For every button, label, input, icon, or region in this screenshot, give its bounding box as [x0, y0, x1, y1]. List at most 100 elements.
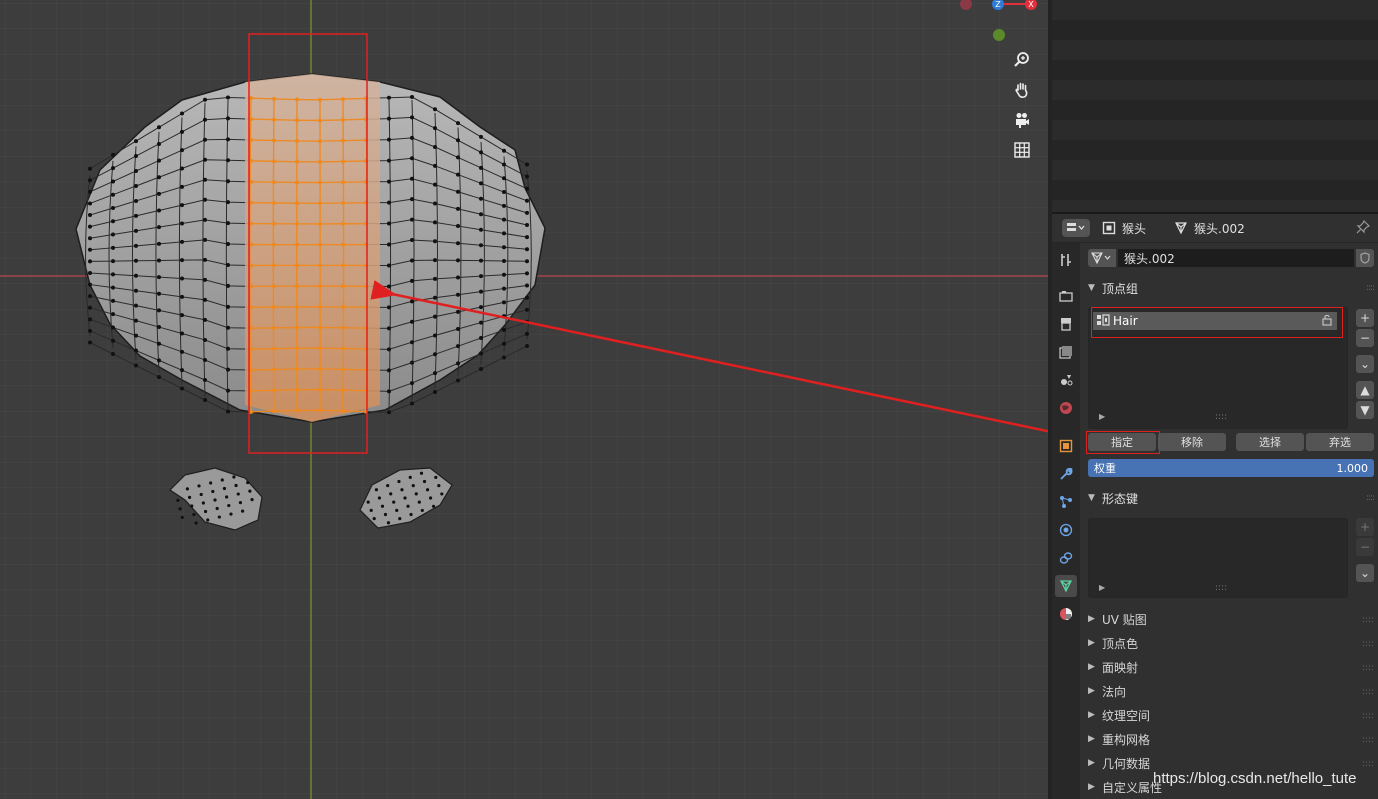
- mesh-vertex: [525, 307, 529, 312]
- panel-label: UV 贴图: [1102, 612, 1147, 627]
- drag-grip-icon[interactable]: ::::: [1362, 615, 1374, 625]
- list-resize-grip[interactable]: ::::: [1215, 412, 1227, 422]
- drag-grip-icon[interactable]: ::::: [1362, 759, 1374, 769]
- grid-toggle-icon[interactable]: [1008, 136, 1036, 164]
- drag-grip-icon[interactable]: ::::: [1366, 283, 1375, 293]
- vertex-colors-panel-header[interactable]: ▶ 顶点色 ::::: [1080, 631, 1378, 655]
- add-shape-key-button[interactable]: +: [1356, 518, 1374, 536]
- object-tab-icon[interactable]: [1055, 435, 1077, 457]
- drag-grip-icon[interactable]: ::::: [1362, 711, 1374, 721]
- remove-shape-key-button[interactable]: −: [1356, 538, 1374, 556]
- mesh-vertex: [387, 326, 391, 331]
- remove-vertex-group-button[interactable]: −: [1356, 329, 1374, 347]
- y-axis-dot[interactable]: [993, 29, 1005, 41]
- drag-grip-icon[interactable]: ::::: [1362, 639, 1374, 649]
- eye-vertex: [411, 484, 415, 488]
- face-maps-panel-header[interactable]: ▶ 面映射 ::::: [1080, 655, 1378, 679]
- mesh-breadcrumb[interactable]: 猴头.002: [1174, 220, 1245, 237]
- drag-grip-icon[interactable]: ::::: [1362, 663, 1374, 673]
- list-filter-toggle-icon[interactable]: ▶: [1099, 583, 1105, 592]
- view-layer-tab-icon[interactable]: [1055, 341, 1077, 363]
- pan-hand-icon[interactable]: [1008, 76, 1036, 104]
- outliner-row[interactable]: [1052, 0, 1378, 20]
- shape-key-specials-menu[interactable]: ⌄: [1356, 564, 1374, 582]
- outliner-row[interactable]: [1052, 100, 1378, 120]
- editor-type-button[interactable]: [1062, 219, 1090, 237]
- drag-grip-icon[interactable]: ::::: [1362, 735, 1374, 745]
- mesh-vertex: [341, 263, 345, 268]
- world-tab-icon[interactable]: [1055, 397, 1077, 419]
- render-tab-icon[interactable]: [1055, 285, 1077, 307]
- mesh-vertex: [525, 210, 529, 215]
- drag-grip-icon[interactable]: ::::: [1362, 687, 1374, 697]
- mesh-vertex: [295, 346, 299, 351]
- mesh-browse-button[interactable]: [1088, 249, 1116, 267]
- shape-keys-panel-header[interactable]: ▼ 形态键 ::::: [1080, 487, 1378, 509]
- uv-maps-panel-header[interactable]: ▶ UV 贴图 ::::: [1080, 607, 1378, 631]
- texture-space-panel-header[interactable]: ▶ 纹理空间 ::::: [1080, 703, 1378, 727]
- properties-header: 猴头 猴头.002: [1052, 214, 1378, 243]
- mesh-vertex: [456, 224, 460, 229]
- remove-button[interactable]: 移除: [1158, 433, 1226, 451]
- outliner-row[interactable]: [1052, 80, 1378, 100]
- eye-vertex: [238, 500, 243, 505]
- outliner-row[interactable]: [1052, 180, 1378, 200]
- outliner-row[interactable]: [1052, 140, 1378, 160]
- scene-tab-icon[interactable]: [1055, 369, 1077, 391]
- zoom-icon[interactable]: [1008, 46, 1036, 74]
- add-vertex-group-button[interactable]: +: [1356, 309, 1374, 327]
- fake-user-shield-icon[interactable]: [1356, 249, 1374, 267]
- list-resize-grip[interactable]: ::::: [1215, 583, 1227, 593]
- mesh-vertex: [157, 341, 161, 346]
- 3d-viewport[interactable]: Z X: [0, 0, 1048, 799]
- mesh-vertex: [134, 243, 138, 248]
- outliner-area[interactable]: [1052, 0, 1378, 220]
- mesh-name-field[interactable]: 猴头.002: [1118, 249, 1354, 267]
- vertex-group-specials-menu[interactable]: ⌄: [1356, 355, 1374, 373]
- particles-tab-icon[interactable]: [1055, 491, 1077, 513]
- output-tab-icon[interactable]: [1055, 313, 1077, 335]
- outliner-row[interactable]: [1052, 60, 1378, 80]
- outliner-row[interactable]: [1052, 160, 1378, 180]
- mesh-vertex: [502, 148, 506, 153]
- material-tab-icon[interactable]: [1055, 603, 1077, 625]
- viewport-canvas[interactable]: [0, 0, 1048, 799]
- move-down-button[interactable]: ▼: [1356, 401, 1374, 419]
- pin-icon[interactable]: [1356, 219, 1371, 238]
- eye-vertex: [234, 483, 238, 488]
- eye-vertex: [374, 488, 379, 492]
- vertex-groups-panel-header[interactable]: ▼ 顶点组 ::::: [1080, 277, 1378, 299]
- camera-icon[interactable]: [1008, 106, 1036, 134]
- mesh-vertex: [433, 390, 437, 394]
- deselect-button[interactable]: 弃选: [1306, 433, 1374, 451]
- mesh-vertex: [272, 117, 276, 122]
- object-breadcrumb[interactable]: 猴头: [1102, 220, 1146, 237]
- mesh-vertex: [341, 325, 345, 330]
- drag-grip-icon[interactable]: ::::: [1366, 493, 1375, 503]
- eye-vertex: [437, 484, 441, 488]
- list-filter-toggle-icon[interactable]: ▶: [1099, 412, 1105, 421]
- shape-key-list[interactable]: ▶ ::::: [1088, 518, 1348, 598]
- mesh-vertex: [456, 172, 460, 177]
- constraints-tab-icon[interactable]: [1055, 547, 1077, 569]
- outliner-row[interactable]: [1052, 40, 1378, 60]
- remesh-panel-header[interactable]: ▶ 重构网格 ::::: [1080, 727, 1378, 751]
- physics-tab-icon[interactable]: [1055, 519, 1077, 541]
- select-button[interactable]: 选择: [1236, 433, 1304, 451]
- modifier-tab-icon[interactable]: [1055, 463, 1077, 485]
- eye-vertex: [185, 487, 189, 491]
- mesh-vertex: [295, 201, 299, 206]
- weight-slider[interactable]: 权重 1.000: [1088, 459, 1374, 477]
- tool-tab-icon[interactable]: [1055, 249, 1077, 271]
- mesh-vertex: [433, 314, 437, 319]
- mesh-vertex: [203, 257, 207, 262]
- mesh-vertex: [433, 258, 437, 263]
- mesh-vertex: [203, 157, 207, 162]
- outliner-row[interactable]: [1052, 120, 1378, 140]
- mesh-data-tab-icon[interactable]: [1055, 575, 1077, 597]
- mesh-vertex: [318, 346, 322, 351]
- normals-panel-header[interactable]: ▶ 法向 ::::: [1080, 679, 1378, 703]
- eye-vertex: [197, 484, 201, 488]
- move-up-button[interactable]: ▲: [1356, 381, 1374, 399]
- outliner-row[interactable]: [1052, 20, 1378, 40]
